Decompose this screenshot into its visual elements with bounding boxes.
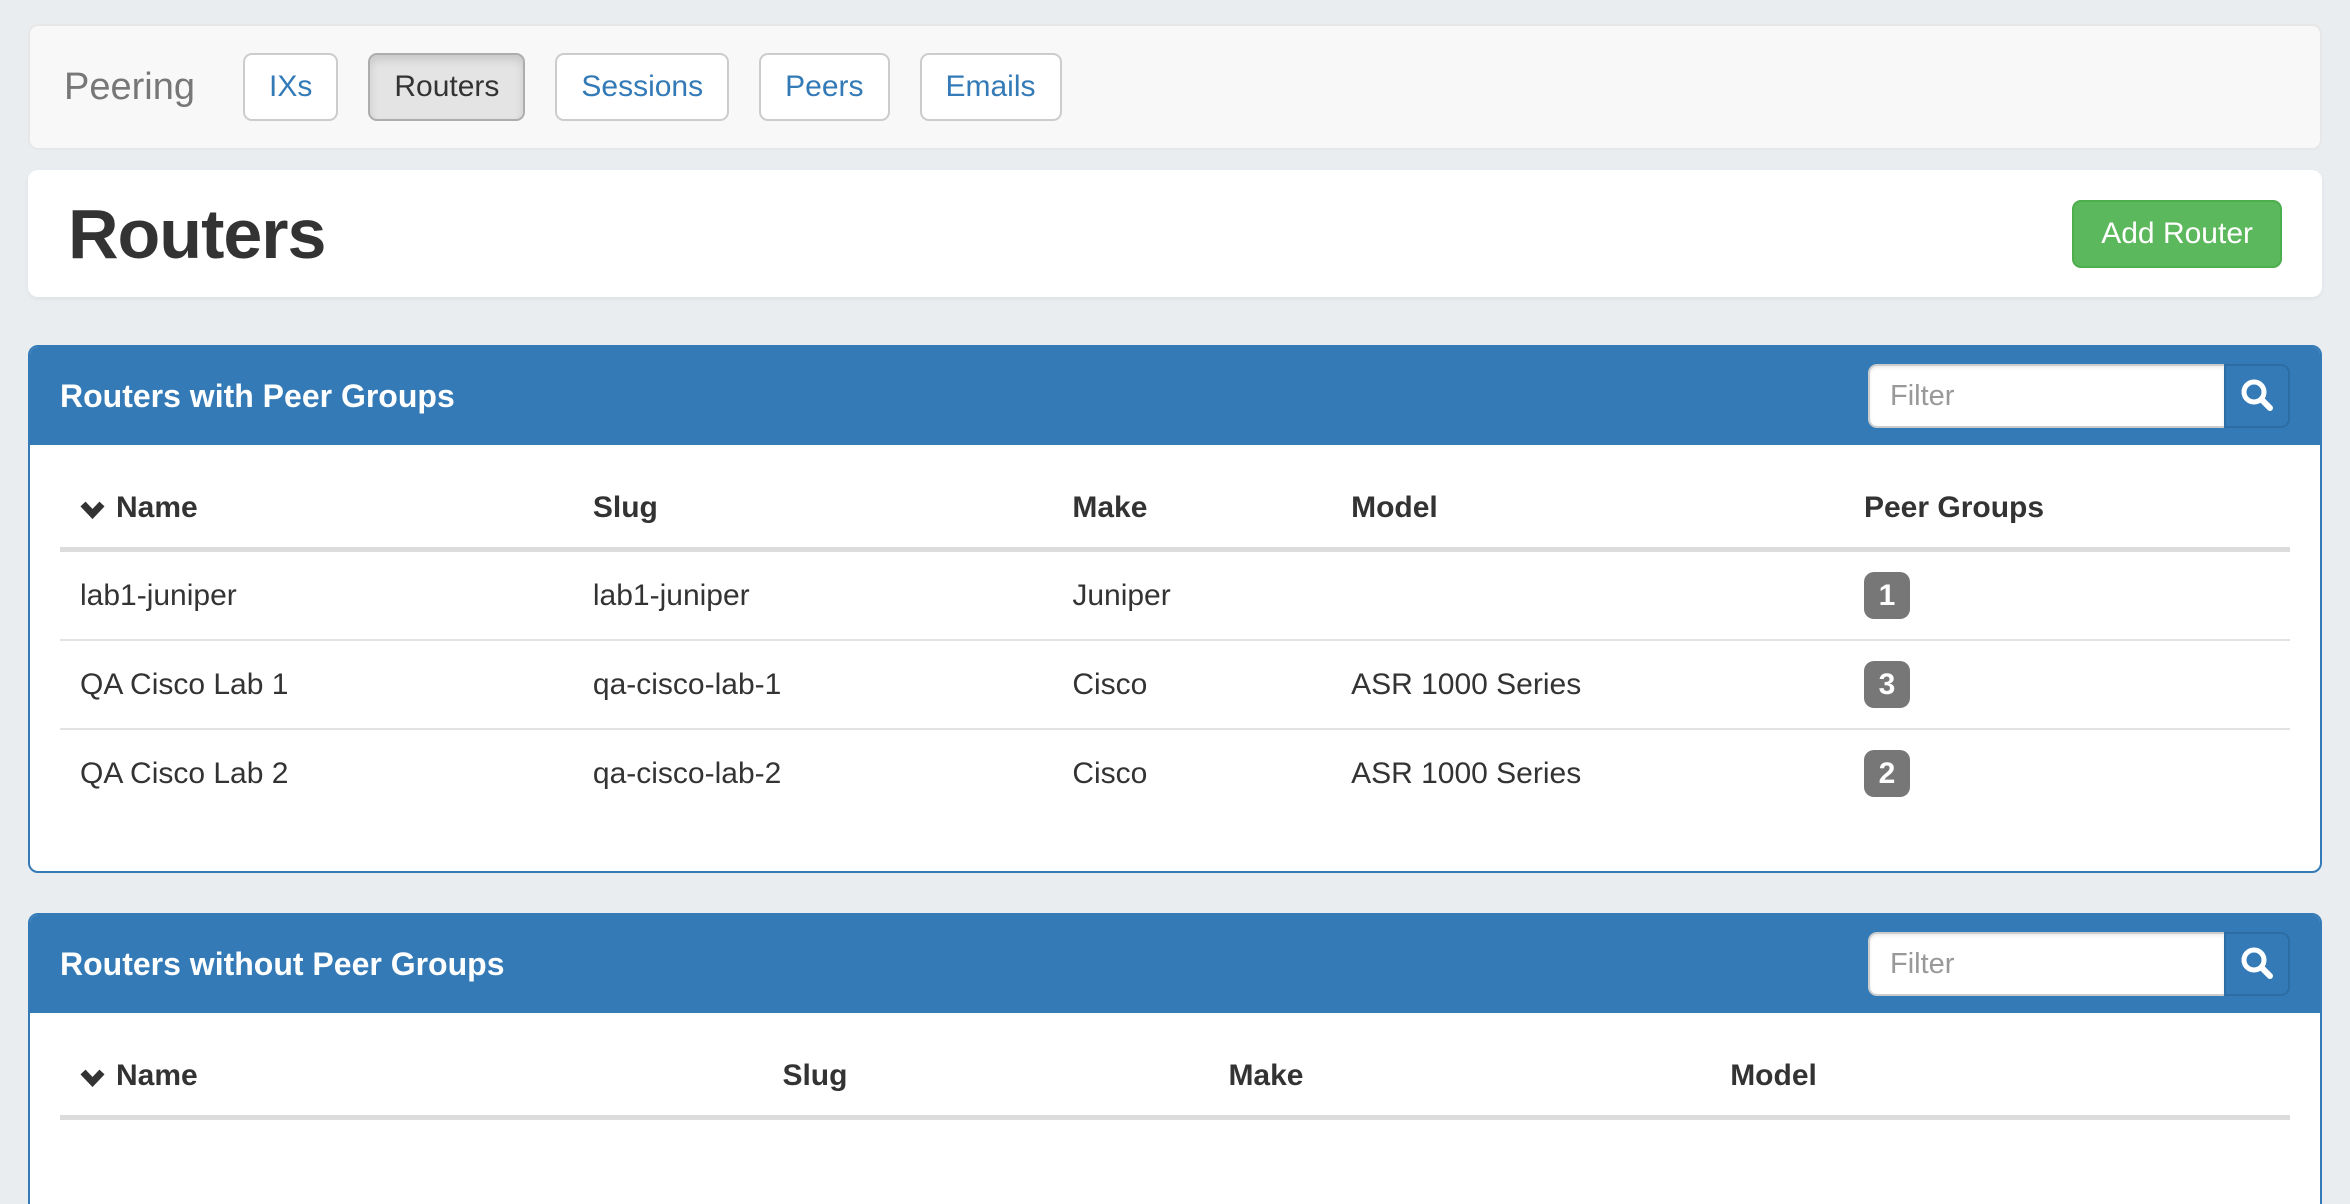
brand-link[interactable]: Peering (64, 66, 195, 109)
table-row: QA Cisco Lab 2 qa-cisco-lab-2 Cisco ASR … (60, 729, 2290, 817)
col-header-slug[interactable]: Slug (573, 469, 1052, 550)
search-icon (2239, 945, 2275, 984)
routers-without-peer-groups-table: Name Slug Make Model (60, 1037, 2290, 1158)
table-header-row: Name Slug Make Model Peer Groups (60, 469, 2290, 550)
panel-routers-with-peer-groups: Routers with Peer Groups (28, 345, 2322, 873)
cell-name: QA Cisco Lab 2 (60, 729, 573, 817)
peer-groups-badge: 1 (1864, 572, 1910, 619)
empty-table-body (60, 1118, 2290, 1158)
cell-make: Cisco (1052, 729, 1331, 817)
col-header-make[interactable]: Make (1052, 469, 1331, 550)
table-bottom-margin (60, 1158, 2290, 1188)
nav-item-sessions[interactable]: Sessions (555, 53, 729, 121)
cell-slug: lab1-juniper (573, 550, 1052, 641)
table-header-row: Name Slug Make Model (60, 1037, 2290, 1118)
cell-model (1331, 550, 1844, 641)
panel-body: Name Slug Make Model Peer Groups lab1-ju… (30, 445, 2320, 871)
panel-heading: Routers with Peer Groups (30, 347, 2320, 445)
routers-with-peer-groups-table: Name Slug Make Model Peer Groups lab1-ju… (60, 469, 2290, 817)
cell-peer-groups: 1 (1844, 550, 2290, 641)
peer-groups-badge: 2 (1864, 750, 1910, 797)
filter-input[interactable] (1868, 932, 2224, 996)
panel-title: Routers without Peer Groups (60, 946, 504, 983)
cell-name: QA Cisco Lab 1 (60, 640, 573, 729)
panel-routers-without-peer-groups: Routers without Peer Groups (28, 913, 2322, 1204)
cell-make: Juniper (1052, 550, 1331, 641)
col-header-name[interactable]: Name (60, 469, 573, 550)
panel-body: Name Slug Make Model (30, 1013, 2320, 1204)
col-header-name[interactable]: Name (60, 1037, 762, 1118)
chevron-down-icon (80, 1061, 105, 1095)
col-header-peer-groups[interactable]: Peer Groups (1844, 469, 2290, 550)
table-row: lab1-juniper lab1-juniper Juniper 1 (60, 550, 2290, 641)
col-header-slug[interactable]: Slug (762, 1037, 1208, 1118)
cell-slug: qa-cisco-lab-2 (573, 729, 1052, 817)
nav-item-emails[interactable]: Emails (920, 53, 1062, 121)
cell-model: ASR 1000 Series (1331, 640, 1844, 729)
table-row: QA Cisco Lab 1 qa-cisco-lab-1 Cisco ASR … (60, 640, 2290, 729)
filter-group (1868, 364, 2290, 428)
page: Peering IXs Routers Sessions Peers Email… (0, 24, 2350, 1204)
peer-groups-badge: 3 (1864, 661, 1910, 708)
nav-buttons: IXs Routers Sessions Peers Emails (243, 53, 1062, 121)
nav-item-routers[interactable]: Routers (368, 53, 525, 121)
col-header-model[interactable]: Model (1710, 1037, 2290, 1118)
col-header-model[interactable]: Model (1331, 469, 1844, 550)
nav-item-peers[interactable]: Peers (759, 53, 889, 121)
cell-slug: qa-cisco-lab-1 (573, 640, 1052, 729)
chevron-down-icon (80, 493, 105, 527)
search-icon (2239, 377, 2275, 416)
page-title: Routers (68, 194, 325, 274)
cell-peer-groups: 2 (1844, 729, 2290, 817)
col-header-make[interactable]: Make (1208, 1037, 1710, 1118)
panel-heading: Routers without Peer Groups (30, 915, 2320, 1013)
table-bottom-margin (60, 817, 2290, 847)
cell-make: Cisco (1052, 640, 1331, 729)
cell-name: lab1-juniper (60, 550, 573, 641)
panel-title: Routers with Peer Groups (60, 378, 455, 415)
add-router-button[interactable]: Add Router (2072, 200, 2282, 268)
filter-input[interactable] (1868, 364, 2224, 428)
search-button[interactable] (2224, 364, 2290, 428)
search-button[interactable] (2224, 932, 2290, 996)
cell-peer-groups: 3 (1844, 640, 2290, 729)
nav-item-ixs[interactable]: IXs (243, 53, 338, 121)
title-card: Routers Add Router (28, 170, 2322, 297)
navbar: Peering IXs Routers Sessions Peers Email… (28, 24, 2322, 150)
cell-model: ASR 1000 Series (1331, 729, 1844, 817)
filter-group (1868, 932, 2290, 996)
